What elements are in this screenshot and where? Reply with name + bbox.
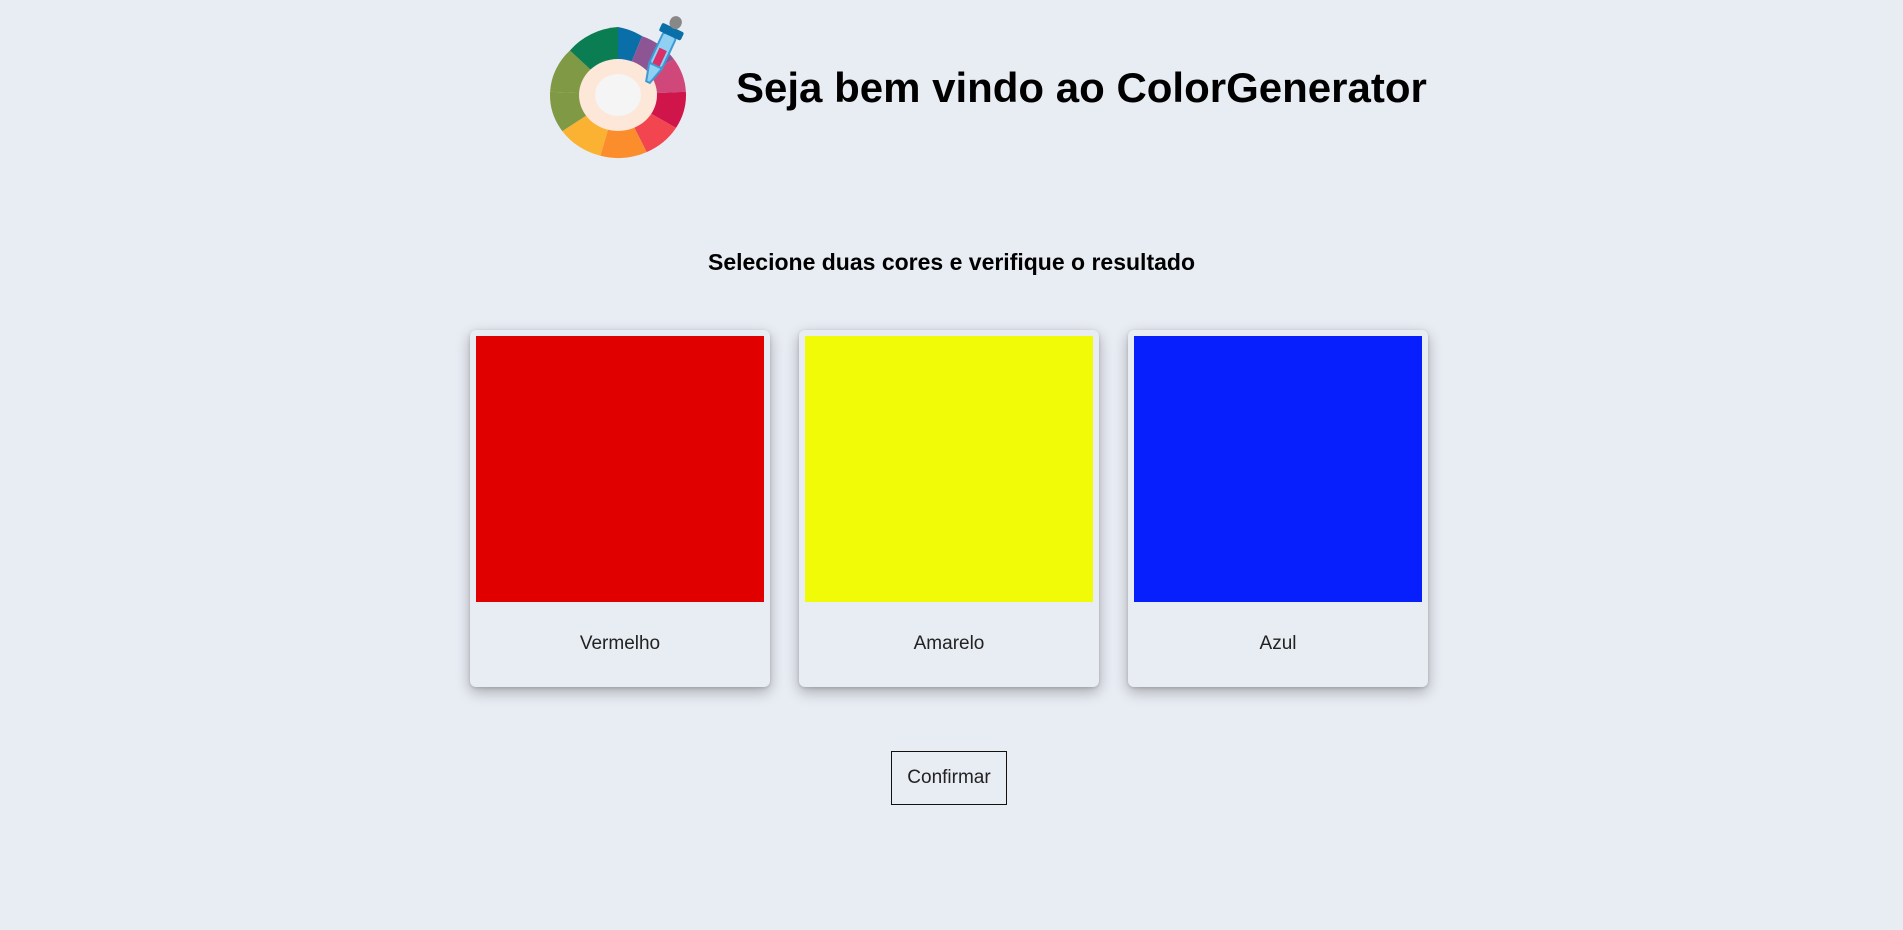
color-card-label: Azul <box>1259 633 1297 654</box>
color-swatch <box>1134 336 1422 602</box>
color-card-azul[interactable]: Azul <box>1128 330 1428 687</box>
color-card-label: Vermelho <box>579 633 661 654</box>
color-swatch <box>805 336 1093 602</box>
page: Seja bem vindo ao ColorGenerator Selecio… <box>0 0 1903 930</box>
color-card-amarelo[interactable]: Amarelo <box>799 330 1099 687</box>
color-card-label: Amarelo <box>913 633 985 654</box>
color-card-vermelho[interactable]: Vermelho <box>470 330 770 687</box>
color-swatch <box>476 336 764 602</box>
page-title: Seja bem vindo ao ColorGenerator <box>736 63 1427 111</box>
instructions-text: Selecione duas cores e verifique o resul… <box>707 249 1195 275</box>
color-wheel-eyedropper-icon <box>550 16 686 158</box>
header: Seja bem vindo ao ColorGenerator <box>548 10 1427 165</box>
confirm-button[interactable]: Confirmar <box>891 751 1007 805</box>
color-card-list: Vermelho Amarelo Azul <box>470 330 1428 687</box>
